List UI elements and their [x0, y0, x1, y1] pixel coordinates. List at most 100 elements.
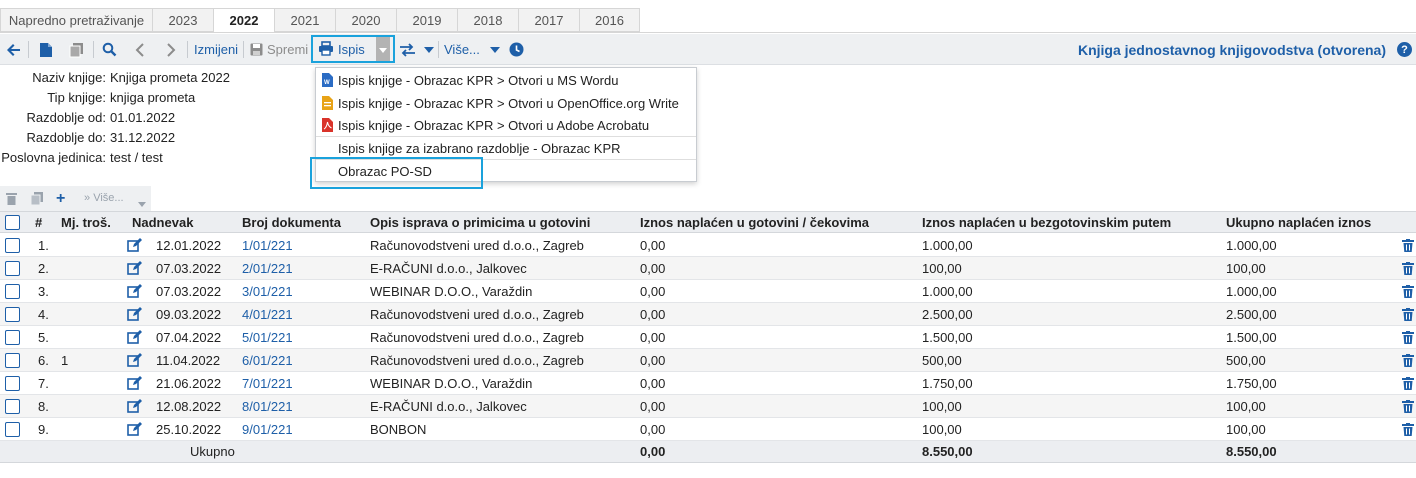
edit-icon[interactable] [127, 280, 142, 302]
row-description: Računovodstveni ured d.o.o., Zagreb [370, 329, 584, 345]
tab-2023[interactable]: 2023 [152, 8, 213, 32]
transfer-icon[interactable] [399, 34, 416, 65]
row-checkbox[interactable] [5, 280, 20, 302]
edit-button[interactable]: Izmijeni [194, 34, 238, 65]
edit-icon[interactable] [127, 326, 142, 348]
row-checkbox[interactable] [5, 326, 20, 348]
row-document-link[interactable]: 7/01/221 [242, 372, 293, 394]
transfer-caret-icon[interactable] [424, 34, 434, 65]
row-document-link[interactable]: 4/01/221 [242, 303, 293, 325]
edit-icon[interactable] [127, 418, 142, 440]
print-button-highlight [311, 35, 395, 63]
trash-icon[interactable] [1402, 326, 1414, 348]
new-document-icon[interactable] [39, 34, 53, 65]
trash-icon[interactable] [1402, 234, 1414, 256]
row-checkbox[interactable] [5, 418, 20, 440]
row-total-amount: 500,00 [1226, 352, 1266, 368]
more-button[interactable]: Više... [444, 34, 500, 65]
trash-icon[interactable] [1402, 395, 1414, 417]
table-row[interactable]: 7. 21.06.2022 7/01/221 WEBINAR D.O.O., Vara… [0, 372, 1416, 395]
totals-row: Ukupno 0,00 8.550,00 8.550,00 [0, 441, 1416, 463]
edit-icon[interactable] [127, 395, 142, 417]
table-row[interactable]: 9. 25.10.2022 9/01/221 BONBON 0,00 100,00 100,… [0, 418, 1416, 441]
main-toolbar: Izmijeni Spremi Ispis Više... Knjiga jed… [0, 34, 1416, 65]
edit-icon[interactable] [127, 372, 142, 394]
book-type-label: Tip knjige: [47, 90, 106, 105]
table-row[interactable]: 3. 07.03.2022 3/01/221 WEBINAR D.O.O., Vara… [0, 280, 1416, 303]
copy-icon[interactable] [30, 192, 43, 208]
table-row[interactable]: 6. 1 11.04.2022 6/01/221 Računovodstveni ure… [0, 349, 1416, 372]
row-number: 5. [38, 329, 49, 345]
edit-icon[interactable] [127, 257, 142, 279]
row-checkbox[interactable] [5, 303, 20, 325]
save-button[interactable]: Spremi [250, 34, 308, 65]
menu-item-print-period-kpr[interactable]: Ispis knjige za izabrano razdoblje - Obr… [316, 137, 696, 159]
period-from-label: Razdoblje od: [26, 110, 107, 125]
help-icon[interactable]: ? [1397, 42, 1412, 57]
tab-advanced-search[interactable]: Napredno pretraživanje [0, 8, 152, 32]
row-document-link[interactable]: 3/01/221 [242, 280, 293, 302]
row-noncash-amount: 1.000,00 [922, 283, 973, 299]
row-date: 12.08.2022 [156, 398, 222, 414]
history-clock-icon[interactable] [509, 34, 524, 65]
edit-icon[interactable] [127, 349, 142, 371]
row-description: WEBINAR D.O.O., Varaždin [370, 375, 533, 391]
tab-2019[interactable]: 2019 [396, 8, 457, 32]
toolbar-divider [28, 41, 29, 58]
tab-2018[interactable]: 2018 [457, 8, 518, 32]
row-checkbox[interactable] [5, 395, 20, 417]
col-noncash-amount: Iznos naplaćen u bezgotovinskim putem [922, 214, 1172, 230]
add-icon[interactable]: + [56, 190, 65, 208]
row-checkbox[interactable] [5, 349, 20, 371]
col-number: # [35, 214, 43, 230]
row-document-link[interactable]: 2/01/221 [242, 257, 293, 279]
tab-2017[interactable]: 2017 [518, 8, 579, 32]
row-noncash-amount: 1.750,00 [922, 375, 973, 391]
tab-2020[interactable]: 2020 [335, 8, 396, 32]
back-icon[interactable] [6, 34, 22, 65]
menu-item-print-word[interactable]: W Ispis knjige - Obrazac KPR > Otvori u … [316, 69, 696, 91]
row-noncash-amount: 2.500,00 [922, 306, 973, 322]
trash-icon[interactable] [1402, 349, 1414, 371]
business-unit-value: test / test [110, 150, 163, 165]
row-checkbox[interactable] [5, 257, 20, 279]
row-document-link[interactable]: 6/01/221 [242, 349, 293, 371]
previous-icon[interactable] [135, 34, 145, 65]
row-document-link[interactable]: 8/01/221 [242, 395, 293, 417]
tab-2016[interactable]: 2016 [579, 8, 640, 32]
row-checkbox[interactable] [5, 234, 20, 256]
period-to-label: Razdoblje do: [26, 130, 107, 145]
edit-icon[interactable] [127, 234, 142, 256]
menu-item-print-openoffice[interactable]: Ispis knjige - Obrazac KPR > Otvori u Op… [316, 92, 696, 114]
trash-icon[interactable] [1402, 257, 1414, 279]
table-row[interactable]: 4. 09.03.2022 4/01/221 Računovodstveni ured… [0, 303, 1416, 326]
select-all-checkbox[interactable] [5, 212, 20, 232]
copy-icon[interactable] [69, 34, 84, 65]
row-cash-amount: 0,00 [640, 237, 666, 253]
tab-2021[interactable]: 2021 [274, 8, 335, 32]
more-label: Više... [444, 42, 480, 57]
table-row[interactable]: 8. 12.08.2022 8/01/221 E-RAČUNI d.o.o., Jal… [0, 395, 1416, 418]
trash-icon[interactable] [1402, 418, 1414, 440]
year-tabs: Napredno pretraživanje 2023 2022 2021 20… [0, 8, 640, 33]
trash-icon[interactable] [1402, 303, 1414, 325]
delete-icon[interactable] [6, 192, 17, 208]
row-checkbox[interactable] [5, 372, 20, 394]
table-row[interactable]: 5. 07.04.2022 5/01/221 Računovodstveni ured… [0, 326, 1416, 349]
row-cash-amount: 0,00 [640, 329, 666, 345]
search-icon[interactable] [102, 34, 117, 65]
tab-2022[interactable]: 2022 [213, 8, 274, 33]
row-document-link[interactable]: 9/01/221 [242, 418, 293, 440]
row-document-link[interactable]: 5/01/221 [242, 326, 293, 348]
col-cash-amount: Iznos naplaćen u gotovini / čekovima [640, 214, 869, 230]
table-row[interactable]: 1. 12.01.2022 1/01/221 Računovodstveni ured… [0, 234, 1416, 257]
next-icon[interactable] [166, 34, 176, 65]
table-row[interactable]: 2. 07.03.2022 2/01/221 E-RAČUNI d.o.o., Jal… [0, 257, 1416, 280]
edit-icon[interactable] [127, 303, 142, 325]
grid-more-button[interactable]: » Više... [84, 192, 124, 204]
row-document-link[interactable]: 1/01/221 [242, 234, 293, 256]
menu-item-print-pdf[interactable]: Ispis knjige - Obrazac KPR > Otvori u Ad… [316, 114, 696, 136]
trash-icon[interactable] [1402, 280, 1414, 302]
row-description: BONBON [370, 421, 427, 437]
trash-icon[interactable] [1402, 372, 1414, 394]
